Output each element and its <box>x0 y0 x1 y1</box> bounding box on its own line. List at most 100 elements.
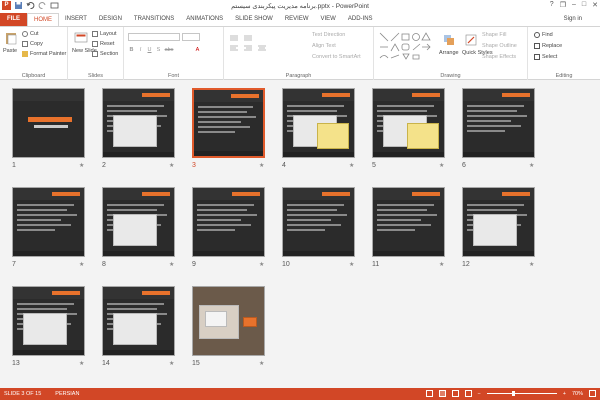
slide-thumbnail[interactable] <box>462 187 535 257</box>
tab-file[interactable]: FILE <box>0 13 27 26</box>
layout-button[interactable]: Layout <box>92 31 117 37</box>
text-direction-button[interactable]: Text Direction <box>312 32 345 38</box>
zoom-in-button[interactable]: + <box>563 391 566 397</box>
language-indicator[interactable]: PERSIAN <box>55 391 79 397</box>
shape-fill-button[interactable]: Shape Fill <box>482 32 506 38</box>
slide-transition-star-icon[interactable]: ★ <box>259 261 264 268</box>
reset-icon <box>92 41 98 47</box>
cut-button[interactable]: Cut <box>22 31 39 37</box>
find-button[interactable]: Find <box>534 32 553 38</box>
slide-thumbnail[interactable] <box>12 88 85 158</box>
arrange-button[interactable]: Arrange <box>439 50 459 56</box>
slide-transition-star-icon[interactable]: ★ <box>259 360 264 367</box>
italic-button[interactable]: I <box>137 47 144 54</box>
slide-thumbnail[interactable] <box>192 286 265 356</box>
slide-footer <box>373 152 444 157</box>
slide-transition-star-icon[interactable]: ★ <box>529 162 534 169</box>
paragraph-controls-icon[interactable] <box>228 33 308 53</box>
convert-smartart-button[interactable]: Convert to SmartArt <box>312 54 361 60</box>
slide-sorter-view-icon[interactable] <box>438 390 446 397</box>
slide-transition-star-icon[interactable]: ★ <box>169 360 174 367</box>
shape-outline-button[interactable]: Shape Outline <box>482 43 517 49</box>
slide-title-bar <box>28 117 72 122</box>
new-slide-icon[interactable] <box>74 31 88 45</box>
font-color-button[interactable]: A <box>194 47 201 54</box>
slide-transition-star-icon[interactable]: ★ <box>79 261 84 268</box>
font-group: B I U S abc A Font <box>124 27 224 80</box>
slide-thumbnail[interactable] <box>192 187 265 257</box>
underline-button[interactable]: U <box>146 47 153 54</box>
slide-thumbnail[interactable] <box>372 88 445 158</box>
copy-icon <box>22 41 28 47</box>
slide-transition-star-icon[interactable]: ★ <box>349 162 354 169</box>
format-painter-button[interactable]: Format Painter <box>22 51 66 57</box>
slide-number: 5 <box>372 162 376 169</box>
minimize-button[interactable]: – <box>572 1 576 9</box>
align-text-button[interactable]: Align Text <box>312 43 336 49</box>
shapes-gallery-icon[interactable] <box>378 31 436 61</box>
slide-thumbnail[interactable] <box>372 187 445 257</box>
slide-thumbnail[interactable] <box>12 187 85 257</box>
font-size-field[interactable] <box>182 33 200 41</box>
paste-button[interactable]: Paste <box>3 48 17 54</box>
maximize-button[interactable]: □ <box>582 1 586 9</box>
slide-transition-star-icon[interactable]: ★ <box>439 162 444 169</box>
slide-transition-star-icon[interactable]: ★ <box>79 360 84 367</box>
copy-button[interactable]: Copy <box>22 41 43 47</box>
zoom-slider-knob[interactable] <box>511 391 515 396</box>
tab-add-ins[interactable]: ADD-INS <box>342 13 379 26</box>
section-button[interactable]: Section <box>92 51 118 57</box>
tab-review[interactable]: REVIEW <box>279 13 315 26</box>
paste-icon[interactable] <box>4 31 18 45</box>
slide-thumbnail[interactable] <box>462 88 535 158</box>
ribbon-display-button[interactable]: ❐ <box>560 1 566 9</box>
shape-effects-button[interactable]: Shape Effects <box>482 54 516 60</box>
close-button[interactable]: ✕ <box>592 1 598 9</box>
zoom-level[interactable]: 70% <box>572 391 583 397</box>
slide-transition-star-icon[interactable]: ★ <box>439 261 444 268</box>
bold-button[interactable]: B <box>128 47 135 54</box>
slide-text-lines <box>287 204 350 234</box>
slide-transition-star-icon[interactable]: ★ <box>169 162 174 169</box>
tab-slide-show[interactable]: SLIDE SHOW <box>229 13 279 26</box>
select-button[interactable]: Select <box>534 54 557 60</box>
slide-thumbnail[interactable] <box>102 187 175 257</box>
slide-footer <box>283 251 354 256</box>
slide-thumbnail[interactable] <box>12 286 85 356</box>
quick-styles-icon[interactable] <box>464 33 478 47</box>
slide-thumbnail[interactable] <box>282 88 355 158</box>
tab-transitions[interactable]: TRANSITIONS <box>128 13 180 26</box>
strikethrough-button[interactable]: abc <box>164 47 174 54</box>
slide-footer <box>103 350 174 355</box>
slide-thumbnail[interactable] <box>102 286 175 356</box>
slide-transition-star-icon[interactable]: ★ <box>529 261 534 268</box>
arrange-icon[interactable] <box>442 33 456 47</box>
fit-to-window-icon[interactable] <box>589 390 596 397</box>
tab-design[interactable]: DESIGN <box>93 13 128 26</box>
help-button[interactable]: ? <box>550 1 554 9</box>
reading-view-icon[interactable] <box>451 390 459 397</box>
slide-number: 11 <box>372 261 380 268</box>
slide-transition-star-icon[interactable]: ★ <box>349 261 354 268</box>
zoom-slider[interactable] <box>486 391 557 396</box>
tab-insert[interactable]: INSERT <box>59 13 93 26</box>
tab-animations[interactable]: ANIMATIONS <box>180 13 229 26</box>
sign-in-link[interactable]: Sign in <box>564 16 582 22</box>
slide-title-bar <box>412 192 440 196</box>
normal-view-icon[interactable] <box>425 390 433 397</box>
tab-view[interactable]: VIEW <box>315 13 342 26</box>
reset-button[interactable]: Reset <box>92 41 114 47</box>
tab-home[interactable]: HOME <box>27 13 59 26</box>
slideshow-view-icon[interactable] <box>464 390 472 397</box>
slide-transition-star-icon[interactable]: ★ <box>259 162 264 169</box>
shadow-button[interactable]: S <box>155 47 162 54</box>
zoom-out-button[interactable]: − <box>478 391 481 397</box>
font-name-field[interactable] <box>128 33 180 41</box>
slide-transition-star-icon[interactable]: ★ <box>79 162 84 169</box>
slide-thumbnail[interactable] <box>192 88 265 158</box>
slide-thumbnail[interactable] <box>102 88 175 158</box>
slide-transition-star-icon[interactable]: ★ <box>169 261 174 268</box>
slide-thumbnail[interactable] <box>282 187 355 257</box>
replace-button[interactable]: Replace <box>534 43 562 49</box>
slide-number: 13 <box>12 360 20 367</box>
